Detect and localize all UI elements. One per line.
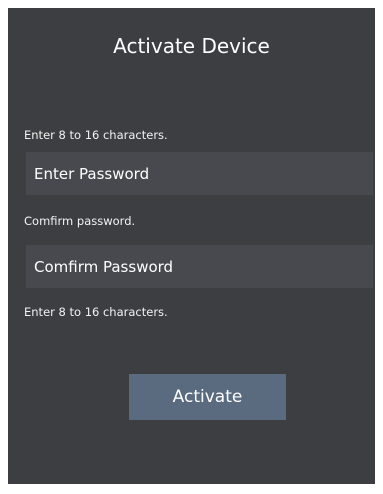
password-input[interactable] [26,152,373,195]
confirm-password-hint: Comfirm password. [24,214,136,228]
dialog-title: Activate Device [113,34,270,58]
activate-device-dialog: Activate Device Enter 8 to 16 characters… [8,8,375,484]
activate-button[interactable]: Activate [129,374,286,420]
confirm-password-input[interactable] [26,245,373,288]
password-hint: Enter 8 to 16 characters. [24,128,168,142]
confirm-length-hint: Enter 8 to 16 characters. [24,305,168,319]
